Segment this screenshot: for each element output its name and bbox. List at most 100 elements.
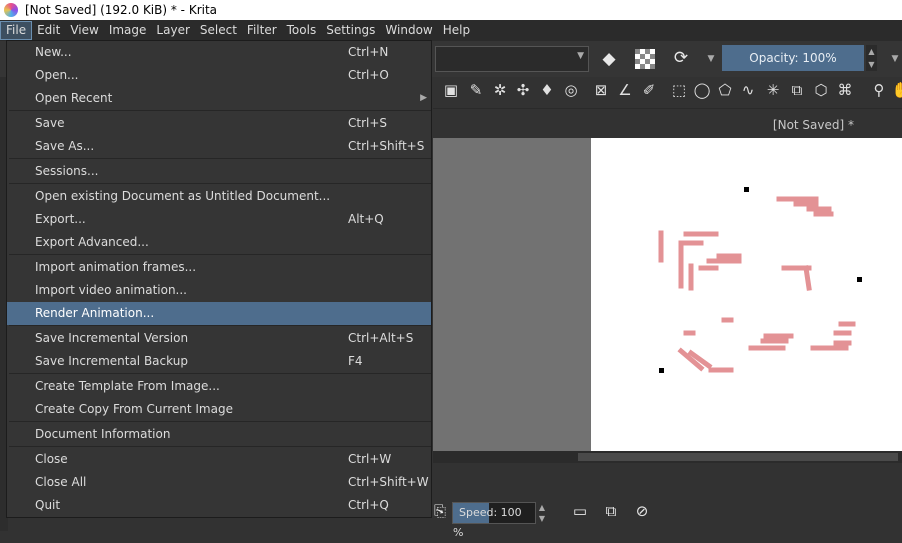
menu-item-label: Create Copy From Current Image bbox=[35, 402, 233, 416]
file-menu-item[interactable]: Export... Alt+Q bbox=[7, 208, 431, 231]
select-rect-icon[interactable]: ⬚ bbox=[669, 80, 689, 100]
menu-separator bbox=[9, 373, 431, 374]
file-menu-item[interactable]: Create Copy From Current Image bbox=[7, 398, 431, 421]
file-menu-item[interactable]: Save Incremental Backup F4 bbox=[7, 350, 431, 373]
select-similar-icon[interactable]: ⧉ bbox=[787, 80, 807, 100]
file-menu-item[interactable]: Export Advanced... bbox=[7, 231, 431, 254]
menu-item-label: Document Information bbox=[35, 427, 171, 441]
menu-item-label: Save Incremental Version bbox=[35, 331, 189, 345]
menu-window[interactable]: Window bbox=[380, 21, 437, 40]
canvas[interactable] bbox=[591, 138, 902, 451]
select-bezier-icon[interactable]: ⬡ bbox=[811, 80, 831, 100]
measure-icon[interactable]: ∠ bbox=[615, 80, 635, 100]
select-ellipse-icon[interactable]: ◯ bbox=[692, 80, 712, 100]
scrollbar-thumb[interactable] bbox=[578, 453, 898, 461]
canvas-background bbox=[433, 138, 591, 451]
file-menu-item[interactable]: Open existing Document as Untitled Docum… bbox=[7, 185, 431, 208]
file-menu-item[interactable]: Save Incremental Version Ctrl+Alt+S bbox=[7, 327, 431, 350]
speed-slider[interactable]: Speed: 100 % bbox=[452, 502, 536, 539]
menu-item-shortcut: Ctrl+Shift+S bbox=[348, 139, 425, 153]
menu-help[interactable]: Help bbox=[438, 21, 475, 40]
select-contiguous-icon[interactable]: ✳ bbox=[763, 80, 783, 100]
speed-spinner[interactable]: ▲ ▼ bbox=[536, 502, 548, 524]
file-menu-item[interactable]: Sessions... bbox=[7, 160, 431, 183]
no-frame-icon[interactable]: ⊘ bbox=[632, 501, 652, 521]
menu-item-shortcut: Ctrl+Shift+W bbox=[348, 475, 429, 489]
menu-edit[interactable]: Edit bbox=[32, 21, 65, 40]
opacity-slider[interactable]: Opacity: 100% bbox=[722, 45, 864, 71]
paint-stroke bbox=[803, 265, 812, 291]
file-menu-item[interactable]: Close All Ctrl+Shift+W bbox=[7, 471, 431, 494]
eraser-icon[interactable]: ◆ bbox=[598, 49, 620, 69]
reference-icon[interactable]: ✐ bbox=[639, 80, 659, 100]
menu-item-label: Open Recent bbox=[35, 91, 113, 105]
menu-item-shortcut: Ctrl+O bbox=[348, 68, 389, 82]
menu-item-label: Create Template From Image... bbox=[35, 379, 220, 393]
select-magnetic-icon[interactable]: ⌘ bbox=[835, 80, 855, 100]
transform-icon[interactable]: ⊠ bbox=[591, 80, 611, 100]
file-menu-item[interactable]: Quit Ctrl+Q bbox=[7, 494, 431, 517]
file-menu-item[interactable]: Import animation frames... bbox=[7, 256, 431, 279]
file-menu-item[interactable]: Open... Ctrl+O bbox=[7, 64, 431, 87]
menu-item-label: Close bbox=[35, 452, 68, 466]
menu-item-shortcut: Ctrl+N bbox=[348, 45, 389, 59]
menu-item-label: Export... bbox=[35, 212, 86, 226]
fill-icon[interactable]: ♦ bbox=[537, 80, 557, 100]
menu-item-label: Import video animation... bbox=[35, 283, 187, 297]
menu-image[interactable]: Image bbox=[104, 21, 152, 40]
menu-separator bbox=[9, 110, 431, 111]
file-menu-item[interactable]: Document Information bbox=[7, 423, 431, 446]
document-tab-strip: [Not Saved] * bbox=[433, 108, 902, 139]
gradient-icon[interactable]: ▣ bbox=[441, 80, 461, 100]
file-menu-item[interactable]: Save Ctrl+S bbox=[7, 112, 431, 135]
chevron-down-icon[interactable]: ▼ bbox=[700, 49, 722, 69]
menu-separator bbox=[9, 446, 431, 447]
reload-icon[interactable]: ⟳ bbox=[670, 48, 692, 68]
menu-item-label: Save bbox=[35, 116, 65, 130]
menu-view[interactable]: View bbox=[65, 21, 103, 40]
frame-icon[interactable]: ⎘ bbox=[430, 501, 450, 521]
menu-item-shortcut: Alt+Q bbox=[348, 212, 384, 226]
zoom-icon[interactable]: ⚲ bbox=[869, 80, 889, 100]
submenu-arrow-icon: ▶ bbox=[420, 93, 427, 103]
assistant-icon[interactable]: ✲ bbox=[490, 80, 510, 100]
select-polygon-icon[interactable]: ⬠ bbox=[715, 80, 735, 100]
file-menu-item[interactable]: Open Recent ▶ bbox=[7, 87, 431, 110]
smart-patch-icon[interactable]: ◎ bbox=[561, 80, 581, 100]
file-menu-item[interactable]: New... Ctrl+N bbox=[7, 41, 431, 64]
file-menu-item[interactable]: Close Ctrl+W bbox=[7, 448, 431, 471]
single-frame-icon[interactable]: ▭ bbox=[570, 501, 590, 521]
window-title: [Not Saved] (192.0 KiB) * - Krita bbox=[25, 3, 218, 17]
file-menu: New... Ctrl+N Open... Ctrl+O Open Recent ▶ Sav… bbox=[6, 40, 432, 518]
menu-item-label: Export Advanced... bbox=[35, 235, 149, 249]
menubar: File Edit View Image Layer Select Filter Tools S… bbox=[0, 20, 902, 41]
document-tab[interactable]: [Not Saved] * bbox=[773, 118, 854, 132]
menu-filter[interactable]: Filter bbox=[242, 21, 282, 40]
title-bar: [Not Saved] (192.0 KiB) * - Krita bbox=[0, 0, 902, 20]
multi-frame-icon[interactable]: ⧉ bbox=[601, 501, 621, 521]
menu-separator bbox=[9, 325, 431, 326]
transparency-icon[interactable] bbox=[635, 49, 655, 69]
krita-logo-icon bbox=[4, 3, 18, 17]
select-freehand-icon[interactable]: ∿ bbox=[738, 80, 758, 100]
anchor-dot bbox=[744, 187, 749, 192]
opacity-spinner[interactable]: ▲ ▼ bbox=[866, 45, 877, 71]
file-menu-item[interactable]: Render Animation... bbox=[7, 302, 431, 325]
chevron-down-icon[interactable]: ▼ bbox=[884, 49, 902, 69]
menu-item-shortcut: F4 bbox=[348, 354, 363, 368]
file-menu-item[interactable]: Create Template From Image... bbox=[7, 375, 431, 398]
file-menu-item[interactable]: Import video animation... bbox=[7, 279, 431, 302]
menu-layer[interactable]: Layer bbox=[151, 21, 194, 40]
workspace-combo[interactable]: ▼ bbox=[435, 46, 589, 72]
menu-select[interactable]: Select bbox=[195, 21, 242, 40]
file-menu-item[interactable]: Save As... Ctrl+Shift+S bbox=[7, 135, 431, 158]
multibrush-icon[interactable]: ✣ bbox=[513, 80, 533, 100]
eyedropper-icon[interactable]: ✎ bbox=[466, 80, 486, 100]
menu-settings[interactable]: Settings bbox=[321, 21, 380, 40]
menu-file[interactable]: File bbox=[0, 21, 33, 40]
menu-item-label: Render Animation... bbox=[35, 306, 155, 320]
horizontal-scrollbar[interactable] bbox=[433, 451, 902, 463]
pan-icon[interactable]: ✋ bbox=[891, 80, 902, 100]
menu-tools[interactable]: Tools bbox=[282, 21, 322, 40]
menu-item-shortcut: Ctrl+Q bbox=[348, 498, 389, 512]
